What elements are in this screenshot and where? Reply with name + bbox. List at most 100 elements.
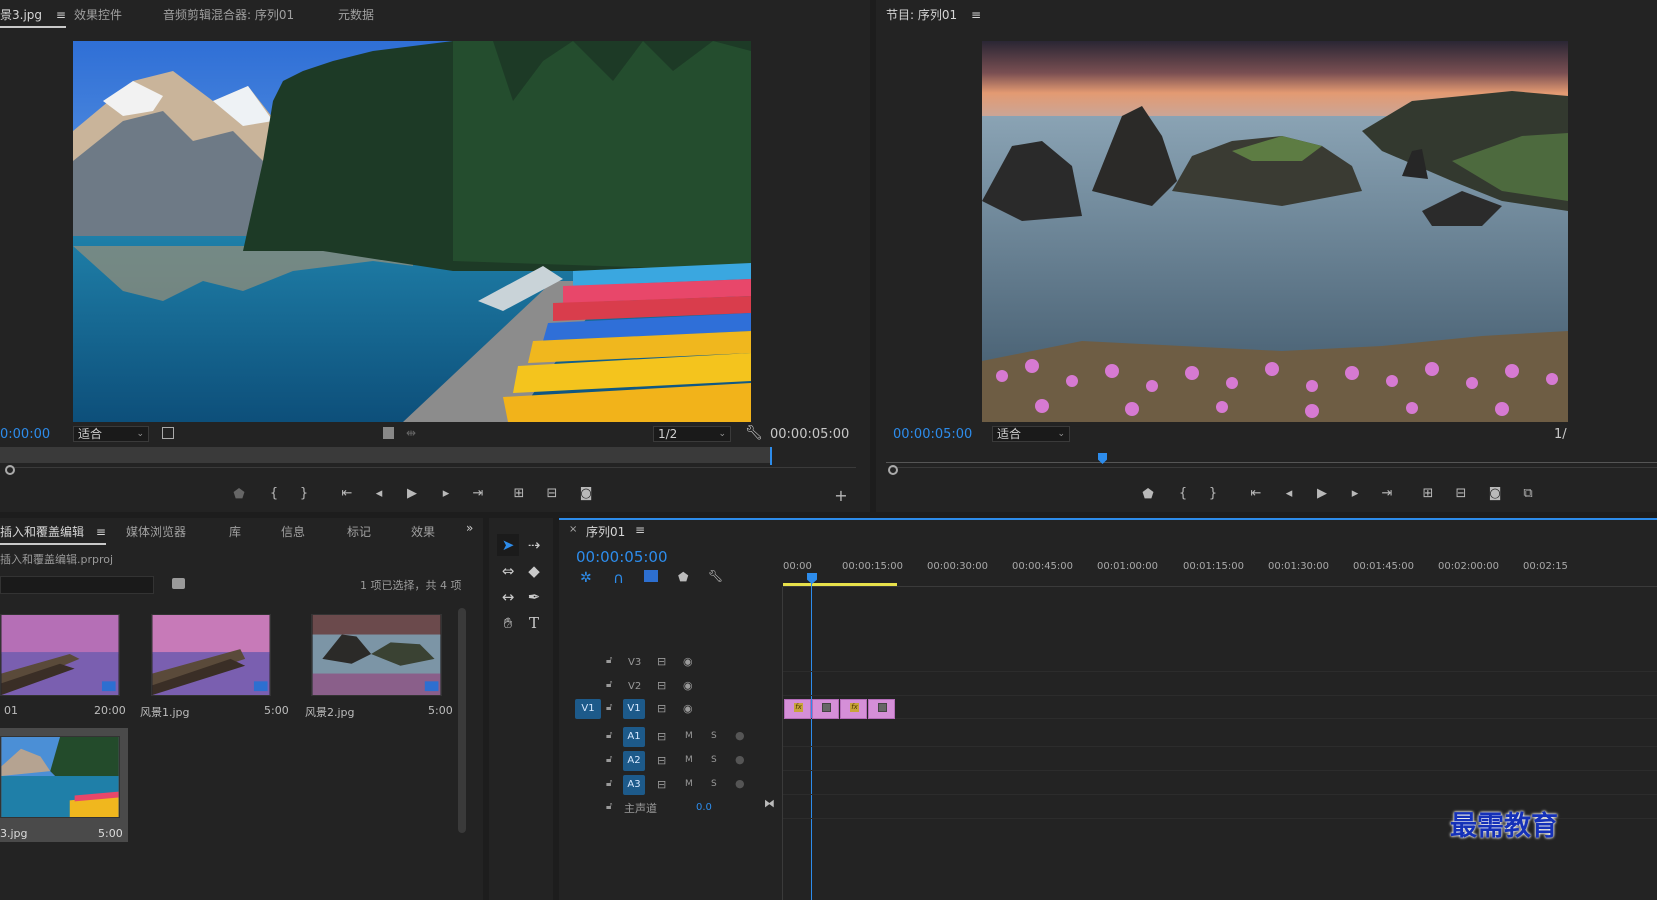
source-patch-v1[interactable]: V1	[575, 699, 601, 719]
program-resolution-partial[interactable]: 1/	[1554, 427, 1567, 442]
program-timecode-current[interactable]: 00:00:05:00	[893, 427, 972, 442]
snap-icon[interactable]: ∩	[613, 569, 624, 587]
zoom-scrollbar[interactable]	[6, 467, 856, 473]
track-select-tool-icon[interactable]: ⇢	[523, 534, 545, 556]
add-marker-icon[interactable]: ⬟	[230, 487, 248, 502]
linked-selection-icon[interactable]	[644, 570, 658, 582]
clip-3[interactable]: fx	[840, 699, 867, 719]
play-icon[interactable]: ▶	[403, 486, 421, 501]
track-a1-row[interactable]	[783, 725, 1657, 747]
clip-4[interactable]	[868, 699, 895, 719]
source-timecode-current[interactable]: 0:00:00	[0, 427, 50, 442]
mute-a2[interactable]: M	[685, 755, 693, 765]
list-item[interactable]: 风景2.jpg 5:00	[300, 606, 455, 721]
track-a2-target[interactable]: A2	[623, 751, 645, 771]
insert-icon[interactable]: ⊞	[510, 486, 528, 501]
extract-icon[interactable]: ⊟	[1452, 486, 1470, 501]
list-item[interactable]: 01 20:00	[0, 606, 128, 721]
eye-icon[interactable]: ◉	[683, 702, 693, 715]
track-a3-target[interactable]: A3	[623, 775, 645, 795]
track-v3-row[interactable]	[783, 650, 1657, 672]
lock-icon[interactable]: 🔓︎	[606, 778, 612, 789]
track-v1-target[interactable]: V1	[623, 699, 645, 719]
tab-project[interactable]: 插入和覆盖编辑 ≡	[0, 523, 106, 545]
export-frame-icon[interactable]: ◙	[577, 486, 595, 501]
sync-lock-icon[interactable]: ⊟	[657, 702, 666, 715]
info-icon[interactable]	[162, 427, 174, 439]
ripple-edit-tool-icon[interactable]: ⇔	[497, 560, 519, 582]
pen-tool-icon[interactable]: ✒	[523, 586, 545, 608]
tab-info[interactable]: 信息	[281, 523, 305, 540]
new-search-bin-icon[interactable]	[172, 578, 185, 589]
mark-out-icon[interactable]: }	[1204, 486, 1222, 501]
more-tabs-icon[interactable]: »	[466, 521, 473, 535]
zoom-handle-icon[interactable]	[5, 465, 15, 475]
lift-icon[interactable]: ⊞	[1419, 486, 1437, 501]
track-a1-target[interactable]: A1	[623, 727, 645, 747]
export-frame-icon[interactable]: ◙	[1486, 486, 1504, 501]
step-forward-icon[interactable]: ▸	[1346, 486, 1364, 501]
lock-icon[interactable]: 🔓︎	[606, 702, 612, 713]
mark-in-icon[interactable]: {	[1174, 486, 1192, 501]
solo-a3[interactable]: S	[711, 779, 717, 789]
panel-menu-icon[interactable]: ≡	[635, 523, 645, 537]
add-marker-icon[interactable]: ⬟	[1139, 487, 1157, 502]
master-volume-value[interactable]: 0.0	[696, 802, 712, 813]
track-v2-row[interactable]	[783, 674, 1657, 696]
mic-icon[interactable]: ●	[735, 777, 745, 790]
program-time-ruler[interactable]	[886, 453, 1657, 463]
project-scrollbar[interactable]	[458, 608, 466, 833]
go-to-in-icon[interactable]: ⇤	[338, 486, 356, 501]
sync-lock-icon[interactable]: ⊟	[657, 679, 666, 692]
tab-effects[interactable]: 效果	[411, 523, 435, 540]
lock-icon[interactable]: 🔓︎	[606, 679, 612, 690]
solo-a1[interactable]: S	[711, 731, 717, 741]
program-fit-dropdown[interactable]: 适合 ⌄	[992, 426, 1070, 442]
mark-out-icon[interactable]: }	[295, 486, 313, 501]
go-to-out-icon[interactable]: ⇥	[469, 486, 487, 501]
eye-icon[interactable]: ◉	[683, 679, 693, 692]
tab-media-browser[interactable]: 媒体浏览器	[126, 523, 186, 540]
search-input[interactable]	[0, 576, 154, 594]
panel-menu-icon[interactable]: ≡	[96, 525, 106, 539]
timeline-timecode[interactable]: 00:00:05:00	[576, 548, 668, 566]
tab-effect-controls[interactable]: 效果控件	[74, 6, 122, 23]
lock-icon[interactable]: 🔓︎	[606, 801, 612, 812]
track-v2-label[interactable]: V2	[628, 681, 641, 692]
source-fit-dropdown[interactable]: 适合 ⌄	[73, 426, 149, 442]
track-a3-row[interactable]	[783, 773, 1657, 795]
lock-icon[interactable]: 🔓︎	[606, 730, 612, 741]
razor-tool-icon[interactable]: ◆	[523, 560, 545, 582]
tab-libraries[interactable]: 库	[229, 523, 241, 540]
zoom-handle-icon[interactable]	[888, 465, 898, 475]
sync-lock-icon[interactable]: ⊟	[657, 778, 666, 791]
lock-icon[interactable]: 🔓︎	[606, 754, 612, 765]
step-forward-icon[interactable]: ▸	[437, 486, 455, 501]
step-back-icon[interactable]: ◂	[1280, 486, 1298, 501]
drag-video-icon[interactable]: ⇹	[406, 426, 416, 440]
close-tab-icon[interactable]: ×	[569, 524, 577, 535]
sequence-tab-label[interactable]: 序列01	[586, 523, 625, 540]
mic-icon[interactable]: ●	[735, 753, 745, 766]
type-tool-icon[interactable]: T	[523, 612, 545, 634]
track-v1-row[interactable]	[783, 697, 1657, 719]
tab-program[interactable]: 节目: 序列01 ≡	[886, 6, 981, 23]
mute-a1[interactable]: M	[685, 731, 693, 741]
go-to-out-icon[interactable]: ⇥	[1378, 486, 1396, 501]
add-marker-icon[interactable]: ⬟	[678, 570, 688, 584]
timeline-settings-wrench-icon[interactable]: 🔧︎	[708, 569, 723, 583]
solo-a2[interactable]: S	[711, 755, 717, 765]
track-a2-row[interactable]	[783, 749, 1657, 771]
overwrite-icon[interactable]: ⊟	[543, 486, 561, 501]
tab-audio-mixer[interactable]: 音频剪辑混合器: 序列01	[163, 6, 294, 23]
tab-markers[interactable]: 标记	[347, 523, 371, 540]
play-icon[interactable]: ▶	[1313, 486, 1331, 501]
list-item-selected[interactable]: 3.jpg 5:00	[0, 728, 128, 842]
lock-icon[interactable]: 🔓︎	[606, 655, 612, 666]
program-zoom-scrollbar[interactable]	[892, 467, 1657, 473]
compare-view-icon[interactable]: ⧉	[1519, 486, 1537, 501]
tab-source[interactable]: 景3.jpg ≡	[0, 6, 66, 28]
step-back-icon[interactable]: ◂	[370, 486, 388, 501]
go-to-in-icon[interactable]: ⇤	[1247, 486, 1265, 501]
list-item[interactable]: 风景1.jpg 5:00	[140, 606, 290, 721]
